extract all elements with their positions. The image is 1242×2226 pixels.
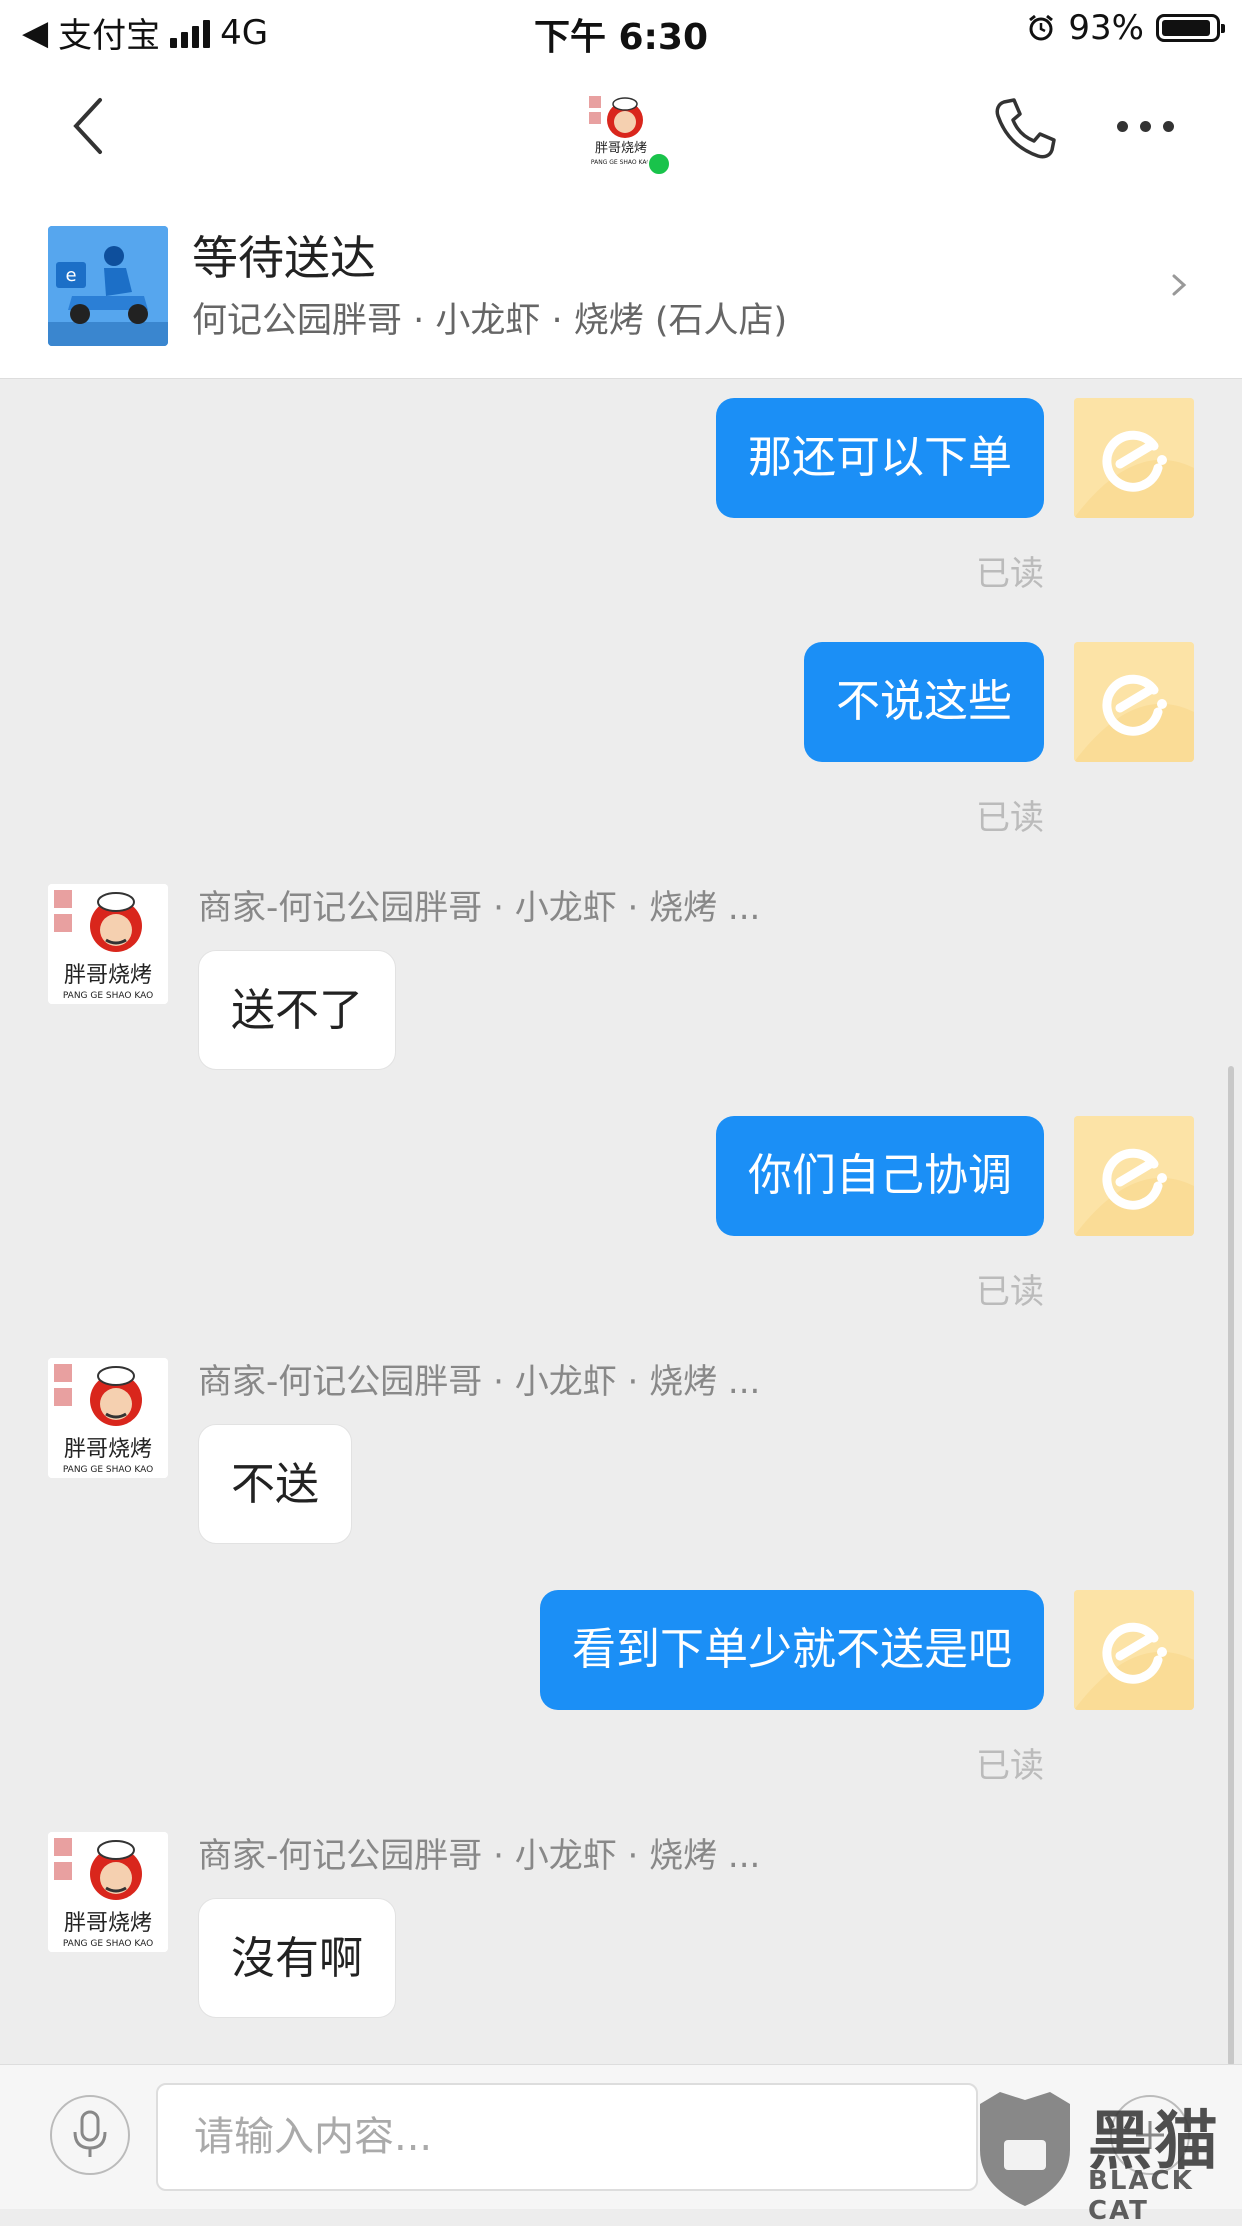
battery-percent: 93%	[1068, 8, 1144, 48]
battery-icon	[1156, 14, 1225, 42]
watermark-subtitle: BLACK CAT	[1088, 2166, 1194, 2226]
more-dot-icon	[1139, 120, 1151, 132]
outgoing-message-bubble[interactable]: 你们自己协调	[716, 1116, 1044, 1236]
alarm-icon	[1029, 14, 1054, 41]
more-dot-icon	[1162, 120, 1174, 132]
eleme-logo-icon	[1074, 642, 1194, 762]
delivery-rider-icon: e	[48, 226, 168, 346]
eleme-logo-icon	[1074, 398, 1194, 518]
svg-text:PANG GE SHAO KAO: PANG GE SHAO KAO	[63, 1939, 153, 1949]
more-button[interactable]	[1110, 106, 1180, 146]
shop-avatar[interactable]: 胖哥烧烤 PANG GE SHAO KAO	[48, 1358, 168, 1478]
nav-bar: 胖哥烧烤 PANG GE SHAO KAO	[0, 62, 1242, 192]
online-status-dot	[647, 152, 671, 176]
order-status-text: 等待送达	[192, 231, 376, 285]
user-avatar[interactable]	[1074, 1116, 1194, 1236]
svg-text:PANG GE SHAO KAO: PANG GE SHAO KAO	[63, 1465, 153, 1475]
message-row-outgoing: 那还可以下单 已读	[0, 398, 1242, 594]
more-dot-icon	[1116, 120, 1128, 132]
incoming-message-bubble[interactable]: 送不了	[198, 950, 396, 1070]
voice-input-button[interactable]	[50, 2095, 130, 2175]
eleme-logo-icon	[1074, 1590, 1194, 1710]
sender-name: 商家-何记公园胖哥 · 小龙虾 · 烧烤 ...	[198, 888, 761, 928]
read-receipt: 已读	[976, 1746, 1044, 1786]
message-row-outgoing: 你们自己协调 已读	[0, 1116, 1242, 1312]
message-row-outgoing: 不说这些 已读	[0, 642, 1242, 838]
chevron-right-icon	[1172, 274, 1187, 296]
incoming-message-bubble[interactable]: 沒有啊	[198, 1898, 396, 2018]
svg-text:胖哥烧烤: 胖哥烧烤	[64, 1437, 152, 1462]
svg-text:PANG GE SHAO KAO: PANG GE SHAO KAO	[591, 159, 652, 166]
order-shop-name: 何记公园胖哥 · 小龙虾 · 烧烤 (石人店)	[192, 301, 788, 341]
blackcat-watermark: 黑猫 BLACK CAT	[970, 2090, 1242, 2226]
blackcat-shield-icon	[980, 2092, 1070, 2206]
message-row-incoming: 胖哥烧烤 PANG GE SHAO KAO 商家-何记公园胖哥 · 小龙虾 · …	[0, 1832, 1242, 2032]
read-receipt: 已读	[976, 554, 1044, 594]
status-right: 93%	[1026, 8, 1225, 48]
sender-name: 商家-何记公园胖哥 · 小龙虾 · 烧烤 ...	[198, 1836, 761, 1876]
read-receipt: 已读	[976, 798, 1044, 838]
chat-scrollbar[interactable]	[1228, 1066, 1234, 2066]
user-avatar[interactable]	[1074, 398, 1194, 518]
chef-logo-icon: 胖哥烧烤 PANG GE SHAO KAO	[48, 1832, 168, 1952]
read-receipt: 已读	[976, 1272, 1044, 1312]
svg-text:胖哥烧烤: 胖哥烧烤	[595, 141, 647, 156]
phone-icon	[995, 98, 1056, 159]
outgoing-message-bubble[interactable]: 看到下单少就不送是吧	[540, 1590, 1044, 1710]
svg-text:胖哥烧烤: 胖哥烧烤	[64, 963, 152, 988]
svg-text:胖哥烧烤: 胖哥烧烤	[64, 1911, 152, 1936]
chef-logo-icon: 胖哥烧烤 PANG GE SHAO KAO	[583, 92, 659, 168]
microphone-icon	[73, 2110, 107, 2157]
user-avatar[interactable]	[1074, 642, 1194, 762]
message-input[interactable]: 请输入内容...	[156, 2083, 978, 2191]
back-button[interactable]	[58, 94, 118, 158]
chef-logo-icon: 胖哥烧烤 PANG GE SHAO KAO	[48, 1358, 168, 1478]
outgoing-message-bubble[interactable]: 那还可以下单	[716, 398, 1044, 518]
message-row-outgoing: 看到下单少就不送是吧 已读	[0, 1590, 1242, 1786]
chef-logo-icon: 胖哥烧烤 PANG GE SHAO KAO	[48, 884, 168, 1004]
chevron-left-icon	[73, 98, 102, 154]
outgoing-message-bubble[interactable]: 不说这些	[804, 642, 1044, 762]
shop-avatar[interactable]: 胖哥烧烤 PANG GE SHAO KAO	[48, 884, 168, 1004]
call-button[interactable]	[990, 94, 1060, 164]
chat-message-list[interactable]: 那还可以下单 已读 不说这些 已读 胖哥烧烤 PANG GE SHAO KAO …	[0, 378, 1242, 2064]
shop-avatar[interactable]: 胖哥烧烤 PANG GE SHAO KAO	[48, 1832, 168, 1952]
sender-name: 商家-何记公园胖哥 · 小龙虾 · 烧烤 ...	[198, 1362, 761, 1402]
svg-text:e: e	[65, 265, 76, 286]
incoming-message-bubble[interactable]: 不送	[198, 1424, 352, 1544]
svg-text:PANG GE SHAO KAO: PANG GE SHAO KAO	[63, 991, 153, 1001]
message-row-incoming: 胖哥烧烤 PANG GE SHAO KAO 商家-何记公园胖哥 · 小龙虾 · …	[0, 884, 1242, 1084]
status-bar: ◀ 支付宝 4G 下午 6:30 93%	[0, 0, 1242, 62]
message-row-incoming: 胖哥烧烤 PANG GE SHAO KAO 商家-何记公园胖哥 · 小龙虾 · …	[0, 1358, 1242, 1558]
order-status-banner[interactable]: e 等待送达 何记公园胖哥 · 小龙虾 · 烧烤 (石人店)	[0, 192, 1242, 379]
eleme-logo-icon	[1074, 1116, 1194, 1236]
shop-logo[interactable]: 胖哥烧烤 PANG GE SHAO KAO	[583, 92, 659, 168]
user-avatar[interactable]	[1074, 1590, 1194, 1710]
